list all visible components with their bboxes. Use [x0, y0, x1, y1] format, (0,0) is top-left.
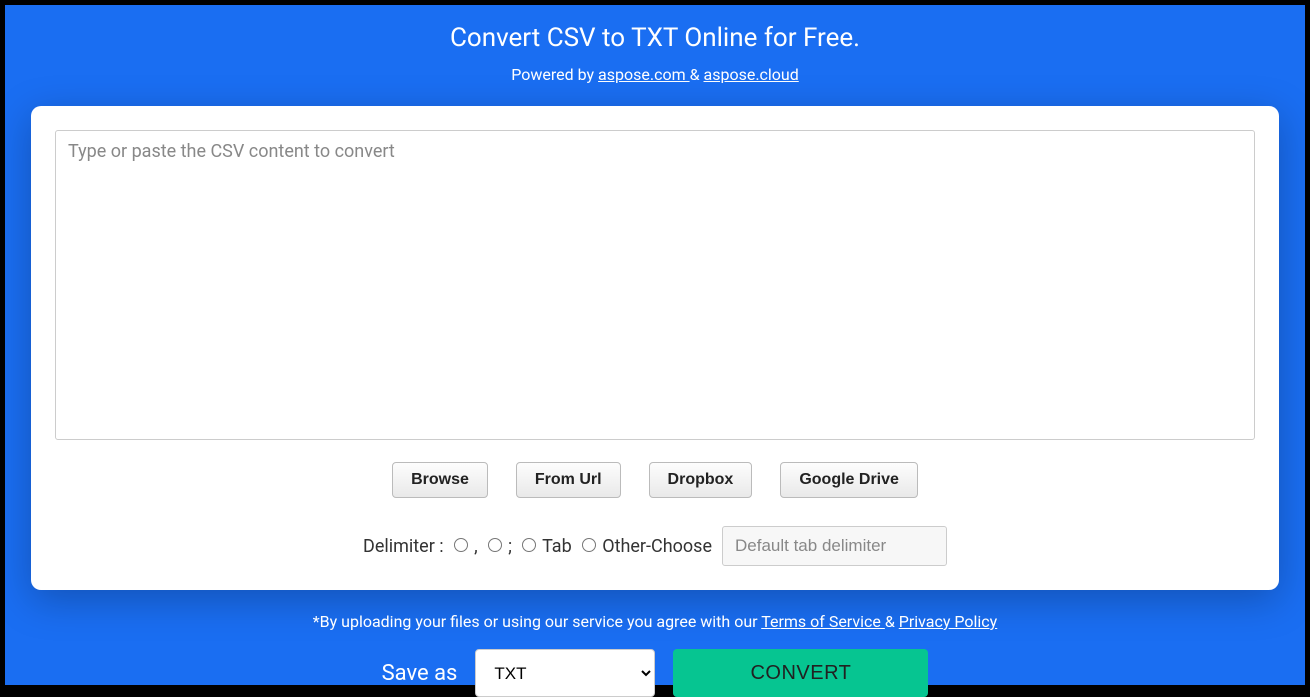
- page-container: Convert CSV to TXT Online for Free. Powe…: [5, 5, 1305, 685]
- page-title: Convert CSV to TXT Online for Free.: [450, 23, 860, 53]
- delimiter-option-comma: ,: [454, 536, 478, 557]
- file-source-row: Browse From Url Dropbox Google Drive: [392, 462, 918, 498]
- delimiter-radio-semicolon[interactable]: [488, 538, 502, 552]
- disclaimer-prefix: *By uploading your files or using our se…: [313, 612, 761, 631]
- from-url-button[interactable]: From Url: [516, 462, 621, 498]
- delimiter-other-text: Other-Choose: [602, 536, 712, 557]
- delimiter-semicolon-text: ;: [508, 536, 512, 557]
- main-card: Browse From Url Dropbox Google Drive Del…: [31, 106, 1279, 590]
- delimiter-radio-other[interactable]: [582, 538, 596, 552]
- subtitle-amp: &: [690, 65, 704, 84]
- subtitle-prefix: Powered by: [511, 65, 598, 84]
- disclaimer: *By uploading your files or using our se…: [313, 612, 998, 631]
- delimiter-label: Delimiter :: [363, 536, 444, 557]
- delimiter-radio-comma[interactable]: [454, 538, 468, 552]
- save-as-label: Save as: [382, 661, 458, 686]
- aspose-com-link[interactable]: aspose.com: [598, 65, 690, 84]
- delimiter-tab-text: Tab: [542, 536, 572, 557]
- delimiter-custom-input[interactable]: [722, 526, 947, 566]
- aspose-cloud-link[interactable]: aspose.cloud: [704, 65, 799, 84]
- disclaimer-amp: &: [885, 612, 899, 631]
- google-drive-button[interactable]: Google Drive: [780, 462, 918, 498]
- terms-of-service-link[interactable]: Terms of Service: [761, 612, 885, 631]
- delimiter-option-tab: Tab: [522, 536, 572, 557]
- csv-content-textarea[interactable]: [55, 130, 1255, 440]
- delimiter-option-other: Other-Choose: [582, 536, 712, 557]
- page-subtitle: Powered by aspose.com & aspose.cloud: [511, 65, 799, 84]
- delimiter-option-semicolon: ;: [488, 536, 512, 557]
- delimiter-radio-tab[interactable]: [522, 538, 536, 552]
- delimiter-comma-text: ,: [474, 536, 478, 557]
- delimiter-row: Delimiter : , ; Tab Other-Choose: [363, 526, 947, 566]
- privacy-policy-link[interactable]: Privacy Policy: [899, 612, 998, 631]
- dropbox-button[interactable]: Dropbox: [649, 462, 753, 498]
- browse-button[interactable]: Browse: [392, 462, 488, 498]
